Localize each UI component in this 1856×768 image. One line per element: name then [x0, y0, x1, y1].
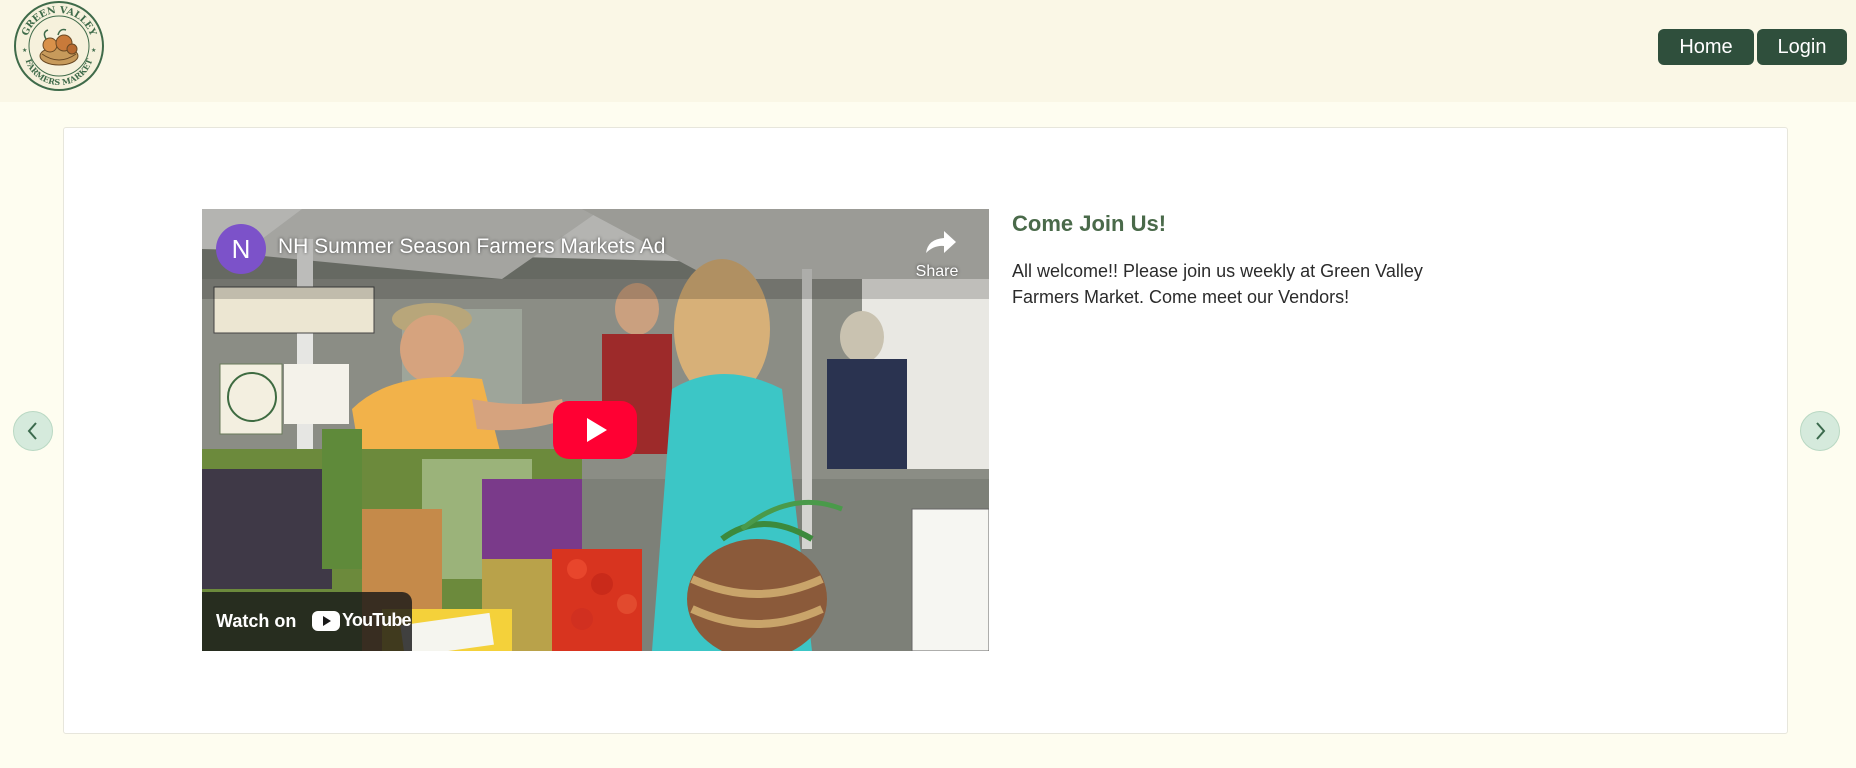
slide-description: All welcome!! Please join us weekly at G… — [1012, 261, 1423, 307]
login-button[interactable]: Login — [1757, 29, 1847, 65]
chevron-right-icon — [1816, 422, 1826, 440]
carousel-next-button[interactable] — [1800, 411, 1840, 451]
carousel-slide: N NH Summer Season Farmers Markets Ad Sh… — [63, 127, 1788, 734]
logo-emblem: GREEN VALLEY FARMERS MARKET ★ ★ — [14, 1, 104, 91]
svg-text:★: ★ — [91, 47, 96, 54]
site-header: GREEN VALLEY FARMERS MARKET ★ ★ Home Log… — [0, 0, 1856, 102]
site-logo[interactable]: GREEN VALLEY FARMERS MARKET ★ ★ — [12, 0, 106, 92]
video-title[interactable]: NH Summer Season Farmers Markets Ad — [278, 235, 665, 259]
share-button[interactable]: Share — [902, 225, 972, 285]
share-label: Share — [915, 263, 959, 280]
home-button[interactable]: Home — [1658, 29, 1754, 65]
share-icon — [926, 231, 956, 253]
youtube-wordmark: YouTube — [342, 610, 412, 630]
channel-avatar[interactable]: N — [216, 224, 266, 274]
svg-text:★: ★ — [22, 47, 27, 54]
chevron-left-icon — [27, 422, 37, 440]
watch-on-label: Watch on — [216, 611, 297, 631]
youtube-icon — [312, 611, 340, 631]
youtube-embed[interactable]: N NH Summer Season Farmers Markets Ad Sh… — [202, 209, 989, 651]
slide-heading: Come Join Us! — [1012, 211, 1167, 236]
watch-on-youtube-button[interactable]: Watch on YouTube — [202, 592, 412, 651]
play-icon — [587, 418, 607, 442]
play-button[interactable] — [553, 401, 637, 459]
carousel-prev-button[interactable] — [13, 411, 53, 451]
